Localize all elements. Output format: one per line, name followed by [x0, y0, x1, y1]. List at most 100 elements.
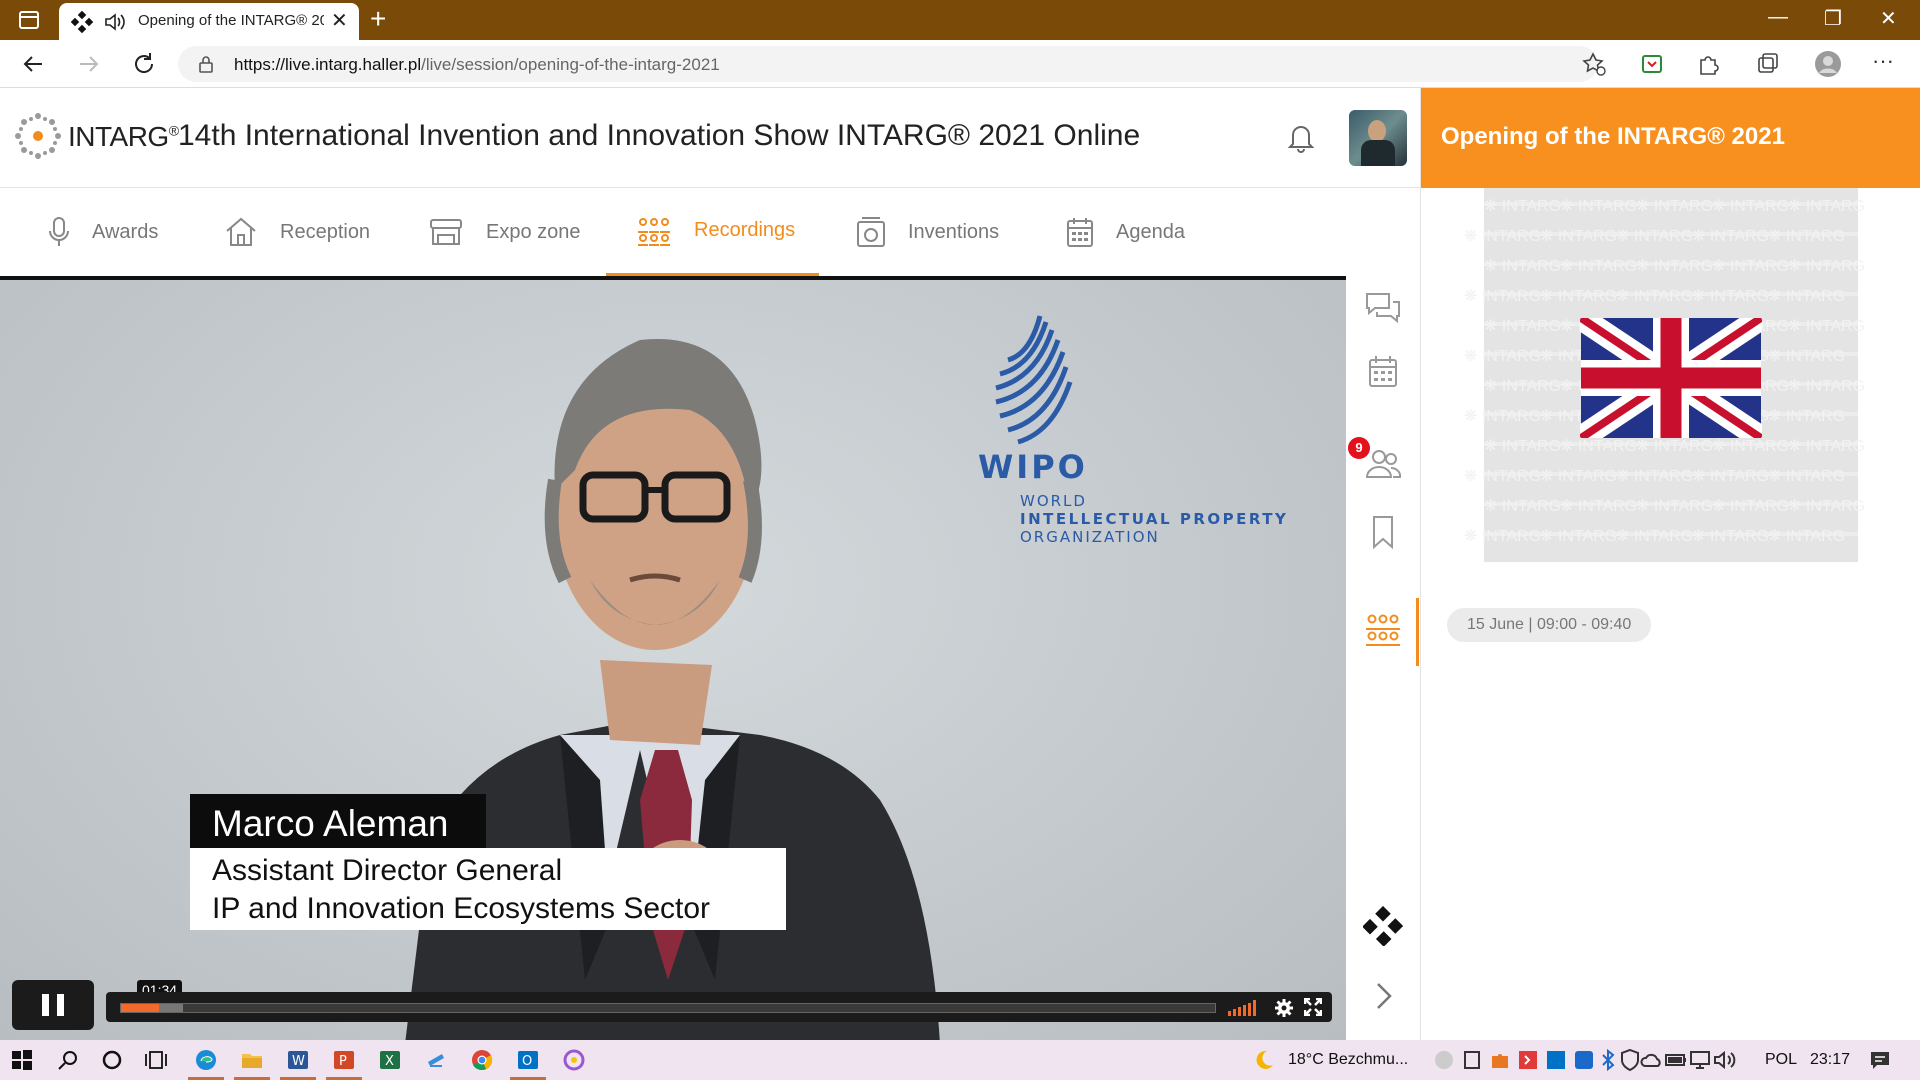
- watermark-text: ❋ INTARG: [1484, 438, 1562, 455]
- word-icon[interactable]: W: [286, 1048, 310, 1072]
- extension-shield-icon[interactable]: [1636, 48, 1668, 80]
- extensions-icon[interactable]: [1692, 48, 1724, 80]
- seek-bar[interactable]: [120, 1003, 1216, 1013]
- windows-start-icon[interactable]: [10, 1048, 34, 1072]
- watermark-text: ❋ INTARG: [1768, 468, 1846, 485]
- watermark-text: ❋ INTARG: [1464, 468, 1542, 485]
- restore-icon[interactable]: ❐: [1824, 6, 1842, 31]
- rail-active-indicator: [1416, 598, 1419, 666]
- watermark-text: ❋ INTARG: [1636, 198, 1714, 215]
- close-window-icon[interactable]: ✕: [1880, 6, 1897, 31]
- speaker-volume-icon[interactable]: [1712, 1048, 1736, 1072]
- tray-app-icon[interactable]: [1460, 1048, 1484, 1072]
- add-favorite-icon[interactable]: [1578, 48, 1610, 80]
- watermark-text: ❋ INTARG: [1712, 198, 1790, 215]
- network-icon[interactable]: [1688, 1048, 1712, 1072]
- watermark-text: ❋ INTARG: [1788, 318, 1866, 335]
- tray-puzzle-icon[interactable]: [1488, 1048, 1512, 1072]
- notifications-bell-icon[interactable]: [1285, 120, 1317, 154]
- intarg-logo-icon[interactable]: [12, 110, 64, 162]
- more-menu-icon[interactable]: ···: [1872, 48, 1894, 74]
- app-icon[interactable]: [424, 1048, 448, 1072]
- tab-close-icon[interactable]: ✕: [331, 10, 348, 32]
- cortana-icon[interactable]: [100, 1048, 124, 1072]
- audio-playing-icon[interactable]: [103, 11, 127, 33]
- nav-awards[interactable]: Awards: [48, 188, 158, 276]
- nav-inventions-label: Inventions: [908, 220, 1000, 243]
- fullscreen-icon[interactable]: [1304, 998, 1322, 1016]
- watermark-text: ❋ INTARG: [1768, 228, 1846, 245]
- pause-button[interactable]: [12, 980, 94, 1030]
- onedrive-cloud-icon[interactable]: [1640, 1048, 1664, 1072]
- collections-icon[interactable]: [1752, 48, 1784, 80]
- tray-outlook-icon[interactable]: [1544, 1048, 1568, 1072]
- settings-gear-icon[interactable]: [1274, 998, 1294, 1018]
- watermark-text: ❋ INTARG: [1692, 288, 1770, 305]
- pause-bar-left: [42, 994, 49, 1016]
- nav-inventions[interactable]: Inventions: [856, 188, 999, 276]
- speaker-role-line1: Assistant Director General: [212, 854, 563, 887]
- powerpoint-icon[interactable]: P: [332, 1048, 356, 1072]
- weather-text[interactable]: 18°C Bezchmu...: [1288, 1051, 1408, 1069]
- outlook-icon[interactable]: O: [516, 1048, 540, 1072]
- security-shield-icon[interactable]: [1618, 1048, 1642, 1072]
- recordings-icon: [638, 217, 670, 246]
- wipo-acronym: WIPO: [978, 448, 1088, 486]
- input-language[interactable]: POL: [1765, 1051, 1797, 1069]
- notification-center-icon[interactable]: [1868, 1048, 1892, 1072]
- bluetooth-icon[interactable]: [1596, 1048, 1620, 1072]
- watermark-text: ❋ INTARG: [1768, 408, 1846, 425]
- tray-skype-icon[interactable]: [1432, 1048, 1456, 1072]
- nav-agenda-label: Agenda: [1116, 220, 1185, 243]
- chrome-icon[interactable]: [470, 1048, 494, 1072]
- watermark-text: ❋ INTARG: [1560, 198, 1638, 215]
- battery-icon[interactable]: [1664, 1048, 1688, 1072]
- profile-icon[interactable]: [1812, 48, 1844, 80]
- watermark-text: ❋ INTARG: [1788, 198, 1866, 215]
- recordings-rail-icon[interactable]: [1363, 610, 1403, 650]
- brand-diamond-icon[interactable]: [1363, 906, 1403, 946]
- video-player[interactable]: WIPO WORLD INTELLECTUAL PROPERTY ORGANIZ…: [0, 276, 1346, 1040]
- nav-recordings[interactable]: Recordings: [606, 188, 820, 276]
- tab-actions-icon[interactable]: [18, 9, 40, 31]
- nav-reception[interactable]: Reception: [224, 188, 370, 276]
- edge-browser-icon[interactable]: [194, 1048, 218, 1072]
- excel-icon[interactable]: X: [378, 1048, 402, 1072]
- watermark-text: ❋ INTARG: [1484, 498, 1562, 515]
- watermark-text: ❋ INTARG: [1484, 198, 1562, 215]
- forward-button[interactable]: [72, 48, 104, 80]
- calendar-icon: [1067, 218, 1093, 247]
- main-nav: Awards Reception Expo zone Recordings In…: [0, 188, 1420, 276]
- participants-icon[interactable]: [1363, 444, 1403, 484]
- task-view-icon[interactable]: [144, 1048, 168, 1072]
- watermark-text: ❋ INTARG: [1712, 258, 1790, 275]
- browser-tab[interactable]: Opening of the INTARG® 2021 ✕: [59, 3, 359, 40]
- chat-icon[interactable]: [1363, 288, 1403, 328]
- home-icon: [226, 217, 256, 246]
- search-icon[interactable]: [56, 1048, 80, 1072]
- watermark-text: ❋ INTARG: [1788, 258, 1866, 275]
- schedule-calendar-icon[interactable]: [1363, 352, 1403, 392]
- volume-icon[interactable]: [1228, 1000, 1258, 1016]
- file-explorer-icon[interactable]: [240, 1048, 264, 1072]
- session-time-pill: 15 June | 09:00 - 09:40: [1447, 608, 1652, 642]
- nav-expo-zone[interactable]: Expo zone: [428, 188, 581, 276]
- watermark-text: ❋ INTARG: [1692, 228, 1770, 245]
- minimize-icon[interactable]: —: [1768, 6, 1788, 29]
- bookmark-icon[interactable]: [1363, 512, 1403, 552]
- new-tab-button[interactable]: +: [370, 4, 386, 34]
- refresh-button[interactable]: [128, 48, 160, 80]
- system-clock[interactable]: 23:17: [1810, 1051, 1850, 1069]
- speaker-name: Marco Aleman: [190, 794, 486, 852]
- tray-anydesk-icon[interactable]: [1516, 1048, 1540, 1072]
- url-input[interactable]: https://live.intarg.haller.pl/live/sessi…: [178, 46, 1598, 82]
- lock-icon[interactable]: [198, 55, 214, 73]
- nav-agenda[interactable]: Agenda: [1066, 188, 1185, 276]
- user-avatar[interactable]: [1349, 110, 1407, 166]
- back-button[interactable]: [18, 48, 50, 80]
- expand-chevron-icon[interactable]: [1363, 976, 1403, 1016]
- watermark-text: ❋ INTARG: [1464, 288, 1542, 305]
- windows-taskbar: W P X O 18°C Bezchmu... POL 23:17: [0, 1040, 1920, 1080]
- tray-teams-icon[interactable]: [1572, 1048, 1596, 1072]
- app-circle-icon[interactable]: [562, 1048, 586, 1072]
